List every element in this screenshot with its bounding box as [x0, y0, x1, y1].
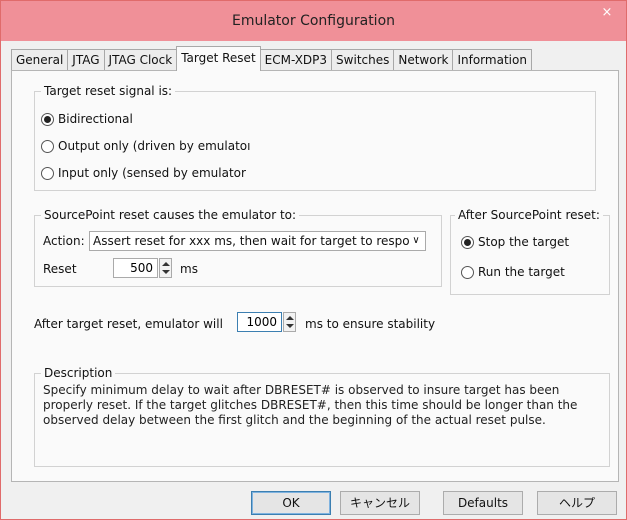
radio-bidirectional-indicator[interactable]: [41, 112, 54, 126]
chevron-down-icon[interactable]: ∨: [409, 232, 423, 250]
spin-down-icon[interactable]: [286, 324, 294, 328]
tab-general[interactable]: General: [11, 49, 69, 71]
tab-jtag-clock[interactable]: JTAG Clock: [103, 49, 178, 71]
reset-signal-legend: Target reset signal is:: [41, 84, 176, 98]
radio-stop-target-label: Stop the target: [478, 235, 570, 249]
radio-output-only-label: Output only (driven by emulatoı: [58, 139, 251, 153]
stability-suffix-label: ms to ensure stability: [305, 317, 436, 331]
reset-label: Reset: [43, 262, 77, 276]
reset-ms-spinner[interactable]: [159, 258, 172, 278]
reset-ms-input[interactable]: 500: [113, 258, 158, 278]
radio-run-target[interactable]: Run the target: [461, 265, 565, 279]
radio-input-only-indicator[interactable]: [41, 166, 54, 180]
window-title: Emulator Configuration: [231, 13, 396, 29]
emulator-config-window: Emulator Configuration × General JTAG JT…: [0, 0, 627, 520]
radio-bidirectional-label: Bidirectional: [58, 112, 133, 126]
radio-stop-target[interactable]: Stop the target: [461, 235, 569, 249]
description-legend: Description: [41, 366, 116, 380]
tab-switches[interactable]: Switches: [331, 49, 395, 71]
tab-ecm-xdp3[interactable]: ECM-XDP3: [259, 49, 333, 71]
sourcepoint-reset-group: SourcePoint reset causes the emulator to…: [34, 208, 442, 287]
stability-ms-spinner[interactable]: [283, 312, 296, 332]
tab-jtag[interactable]: JTAG: [67, 49, 105, 71]
tab-information[interactable]: Information: [452, 49, 532, 71]
target-reset-panel: Target reset signal is: Bidirectional Ou…: [11, 70, 619, 482]
tab-strip: General JTAG JTAG Clock Target Reset ECM…: [11, 46, 532, 71]
description-group: Description Specify minimum delay to wai…: [34, 366, 610, 467]
radio-input-only-label: Input only (sensed by emulator: [58, 166, 246, 180]
action-select-value: Assert reset for xxx ms, then wait for t…: [93, 234, 410, 248]
stability-prefix-label: After target reset, emulator will: [34, 317, 223, 331]
spin-down-icon[interactable]: [162, 270, 170, 274]
tab-target-reset[interactable]: Target Reset: [176, 46, 261, 71]
radio-stop-target-indicator[interactable]: [461, 235, 474, 249]
radio-run-target-label: Run the target: [478, 265, 565, 279]
radio-bidirectional[interactable]: Bidirectional: [41, 112, 133, 126]
radio-input-only[interactable]: Input only (sensed by emulator: [41, 166, 246, 180]
reset-unit-label: ms: [180, 262, 198, 276]
reset-signal-group: Target reset signal is: Bidirectional Ou…: [34, 84, 596, 191]
spin-up-icon[interactable]: [162, 262, 170, 266]
action-select[interactable]: Assert reset for xxx ms, then wait for t…: [89, 231, 426, 251]
stability-ms-input[interactable]: 1000: [237, 312, 282, 332]
radio-run-target-indicator[interactable]: [461, 265, 474, 279]
radio-output-only[interactable]: Output only (driven by emulatoı: [41, 139, 250, 153]
radio-output-only-indicator[interactable]: [41, 139, 54, 153]
cancel-button[interactable]: キャンセル: [340, 491, 420, 515]
description-text: Specify minimum delay to wait after DBRE…: [43, 383, 578, 427]
defaults-button[interactable]: Defaults: [443, 491, 523, 515]
help-button[interactable]: ヘルプ: [537, 491, 617, 515]
title-bar: Emulator Configuration ×: [1, 1, 626, 41]
close-icon[interactable]: ×: [594, 4, 620, 22]
tab-network[interactable]: Network: [393, 49, 454, 71]
after-reset-group: After SourcePoint reset: Stop the target…: [450, 208, 610, 295]
spin-up-icon[interactable]: [286, 316, 294, 320]
action-label: Action:: [43, 234, 85, 248]
ok-button[interactable]: OK: [251, 491, 331, 515]
sourcepoint-reset-legend: SourcePoint reset causes the emulator to…: [41, 208, 300, 222]
after-reset-legend: After SourcePoint reset:: [455, 208, 603, 222]
